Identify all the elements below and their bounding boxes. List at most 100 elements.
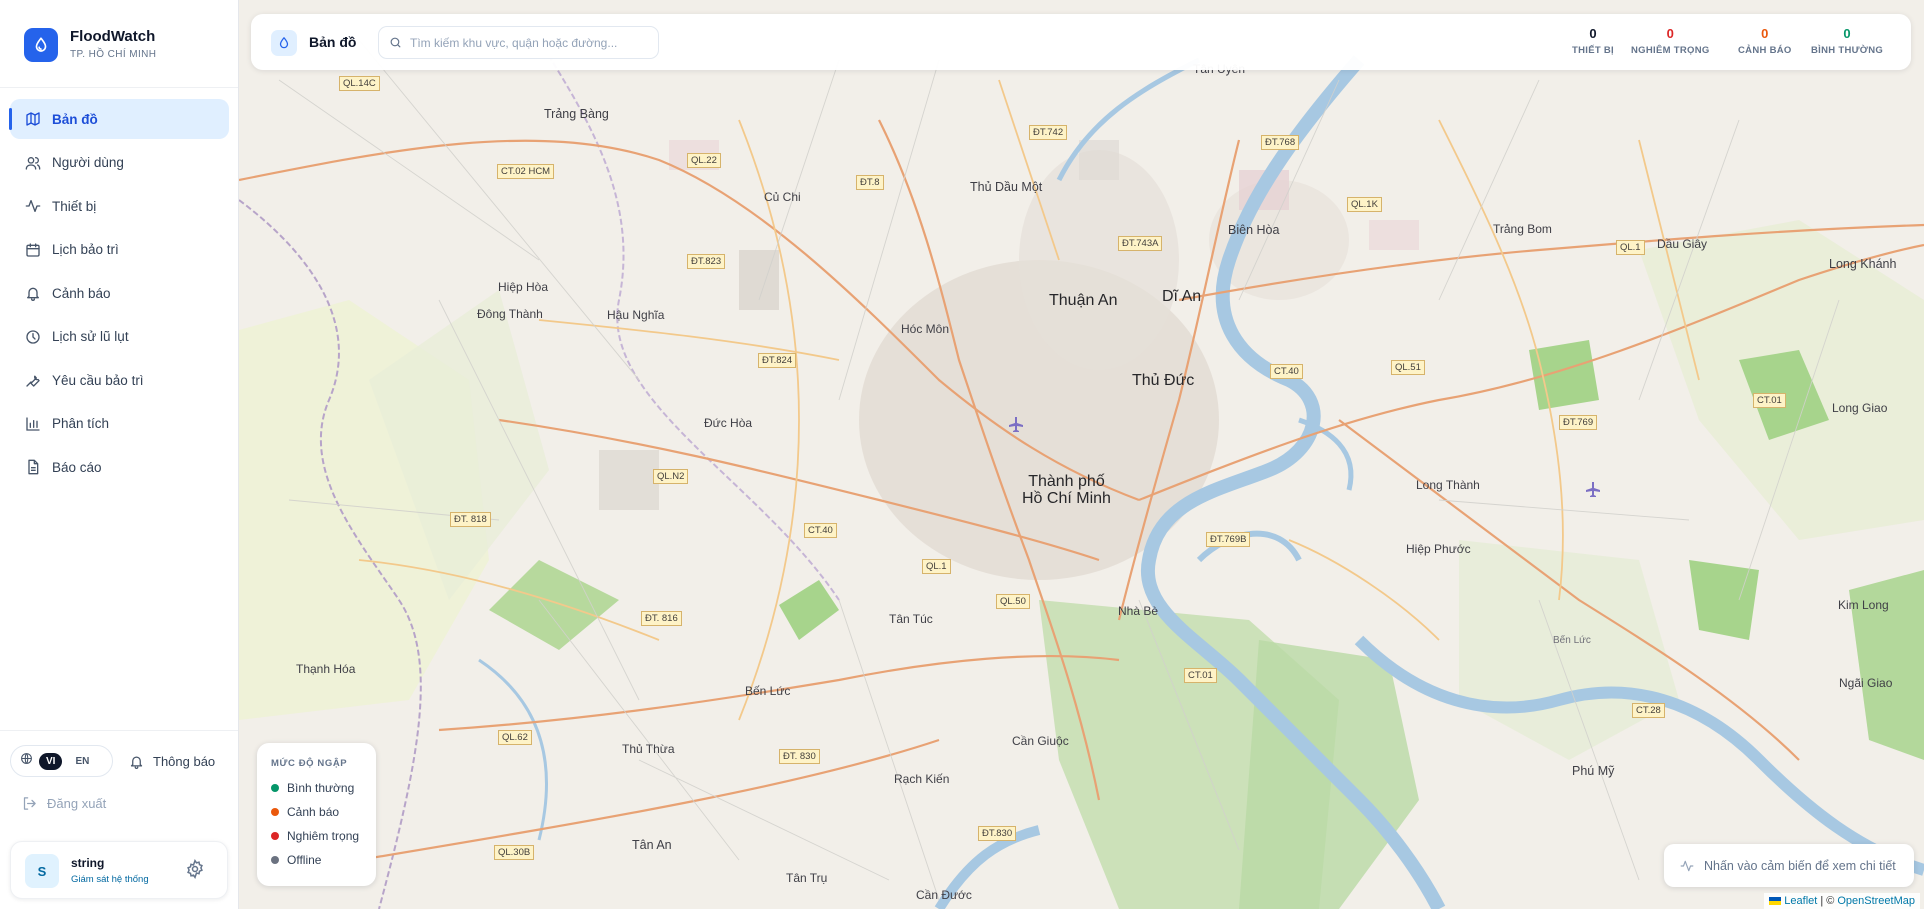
sensor-hint: Nhấn vào cảm biến để xem chi tiết (1664, 844, 1914, 887)
sidebar-item-alerts[interactable]: Cảnh báo (10, 273, 229, 313)
notifications-button[interactable]: Thông báo (129, 745, 215, 777)
users-icon (25, 155, 41, 171)
map-label-rach-kien: Rạch Kiến (894, 772, 950, 786)
road-shield: ĐT.769B (1206, 532, 1251, 547)
sidebar-item-label: Thiết bị (52, 198, 97, 214)
sidebar-item-maintenance-schedule[interactable]: Lịch bảo trì (10, 230, 229, 270)
search-input[interactable] (410, 35, 650, 50)
user-name: string (71, 856, 105, 870)
map-label-cu-chi: Củ Chi (764, 190, 801, 204)
map-label-tan-an: Tân An (632, 838, 672, 852)
map-label-hiep-phuoc: Hiệp Phước (1406, 542, 1471, 556)
legend-title: MỨC ĐỘ NGẬP (271, 758, 348, 769)
legend-label: Nghiêm trọng (287, 829, 360, 843)
stat-critical-label: NGHIÊM TRỌNG (1631, 45, 1710, 56)
stat-devices-value: 0 (1589, 26, 1597, 41)
stat-normal: 0 BÌNH THƯỜNG (1811, 26, 1883, 56)
map-label-hcmc-line1: Thành phố (1028, 473, 1105, 490)
road-shield: CT.01 (1753, 393, 1786, 408)
road-shield: ĐT.742 (1029, 125, 1068, 140)
map-icon (25, 111, 41, 127)
sidebar-item-map[interactable]: Bản đồ (9, 99, 229, 139)
road-shield: ĐT.769 (1559, 415, 1598, 430)
map-label-thanh-hoa: Thạnh Hóa (296, 662, 356, 676)
map-label-duc-hoa: Đức Hòa (704, 416, 753, 430)
map-label-di-an: Dĩ An (1162, 288, 1202, 305)
osm-link[interactable]: OpenStreetMap (1837, 895, 1915, 907)
road-shield: ĐT.824 (758, 353, 797, 368)
road-shield: ĐT.830 (978, 826, 1017, 841)
attribution-separator: | © (1820, 895, 1835, 907)
map-label-long-khanh: Long Khánh (1829, 257, 1897, 271)
sidebar-item-label: Người dùng (52, 155, 124, 170)
map-label-trang-bang: Trảng Bàng (544, 107, 609, 121)
map-label-thu-thua: Thủ Thừa (622, 742, 675, 756)
sidebar-item-label: Yêu cầu bảo trì (52, 372, 144, 388)
stat-normal-label: BÌNH THƯỜNG (1811, 45, 1884, 56)
stat-critical: 0 NGHIÊM TRỌNG (1631, 26, 1710, 56)
wrench-icon (25, 372, 41, 388)
file-icon (25, 459, 41, 475)
stat-warning: 0 CẢNH BÁO (1738, 26, 1792, 56)
sidebar-footer: VI EN Thông báo Đăng xuất S string Giám … (0, 730, 238, 909)
sidebar-item-users[interactable]: Người dùng (10, 143, 229, 183)
map-label-long-giao: Long Giao (1832, 401, 1888, 415)
road-shield: ĐT. 818 (450, 512, 491, 527)
road-shield: QL.22 (687, 153, 721, 168)
history-icon (25, 329, 41, 345)
sidebar: FloodWatch TP. HỒ CHÍ MINH Bản đồ Người … (0, 0, 239, 909)
sidebar-item-reports[interactable]: Báo cáo (10, 447, 229, 487)
search-box[interactable] (378, 26, 659, 59)
sidebar-item-label: Bản đồ (52, 111, 98, 127)
logout-button[interactable]: Đăng xuất (22, 791, 106, 815)
flag-icon (1769, 897, 1782, 905)
brand: FloodWatch TP. HỒ CHÍ MINH (0, 0, 238, 88)
sidebar-item-devices[interactable]: Thiết bị (10, 186, 229, 226)
map-label-thu-duc: Thủ Đức (1132, 372, 1195, 389)
map-label-can-duoc: Cần Đước (916, 888, 972, 902)
road-shield: ĐT.768 (1261, 135, 1300, 150)
settings-button[interactable] (185, 859, 207, 881)
legend-dot (271, 808, 279, 816)
sidebar-item-flood-history[interactable]: Lịch sử lũ lụt (10, 317, 229, 357)
sidebar-item-label: Báo cáo (52, 459, 102, 475)
road-shield: CT.40 (804, 523, 837, 538)
page-title: Bản đồ (309, 34, 357, 50)
language-switcher: VI EN (10, 745, 113, 777)
legend-item-normal: Bình thường (271, 781, 354, 795)
legend-item-offline: Offline (271, 853, 321, 867)
sensor-hint-text: Nhấn vào cảm biến để xem chi tiết (1704, 858, 1896, 873)
avatar: S (25, 854, 59, 888)
droplet-icon (271, 30, 297, 56)
flood-legend: MỨC ĐỘ NGẬP Bình thường Cảnh báo Nghiêm … (257, 743, 376, 886)
user-role: Giám sát hệ thống (71, 874, 149, 885)
bar-chart-icon (25, 416, 41, 432)
legend-item-critical: Nghiêm trọng (271, 829, 359, 843)
sidebar-item-maintenance-requests[interactable]: Yêu cầu bảo trì (10, 360, 229, 400)
map-label-phu-my: Phú Mỹ (1572, 764, 1615, 778)
legend-label: Bình thường (287, 781, 355, 795)
sidebar-item-analytics[interactable]: Phân tích (10, 404, 229, 444)
language-vi-button[interactable]: VI (39, 752, 63, 770)
sidebar-item-label: Lịch sử lũ lụt (52, 329, 129, 344)
road-shield: ĐT. 816 (641, 611, 682, 626)
search-icon (390, 37, 401, 48)
legend-dot (271, 832, 279, 840)
map-label-nha-be: Nhà Bè (1118, 604, 1159, 618)
language-en-button[interactable]: EN (68, 753, 96, 770)
leaflet-link[interactable]: Leaflet (1784, 895, 1817, 907)
map-label-ben-luc: Bến Lức (745, 684, 791, 698)
road-shield: QL.62 (498, 730, 532, 745)
road-shield: CT.01 (1184, 668, 1217, 683)
map-label-ngai-giao: Ngãi Giao (1839, 676, 1893, 690)
globe-icon (20, 752, 33, 770)
map-label-thuan-an: Thuận An (1049, 292, 1118, 309)
road-shield: QL.30B (494, 845, 535, 860)
user-card: S string Giám sát hệ thống (10, 841, 228, 899)
map-view[interactable]: Thành phố Hồ Chí Minh Thủ Đức Thuận An Dĩ… (239, 0, 1924, 909)
map-label-long-thanh: Long Thành (1416, 478, 1480, 492)
brand-name: FloodWatch (70, 28, 156, 45)
calendar-icon (25, 242, 41, 258)
map-label-tan-tuc: Tân Túc (889, 612, 933, 626)
road-shield: ĐT. 830 (779, 749, 820, 764)
